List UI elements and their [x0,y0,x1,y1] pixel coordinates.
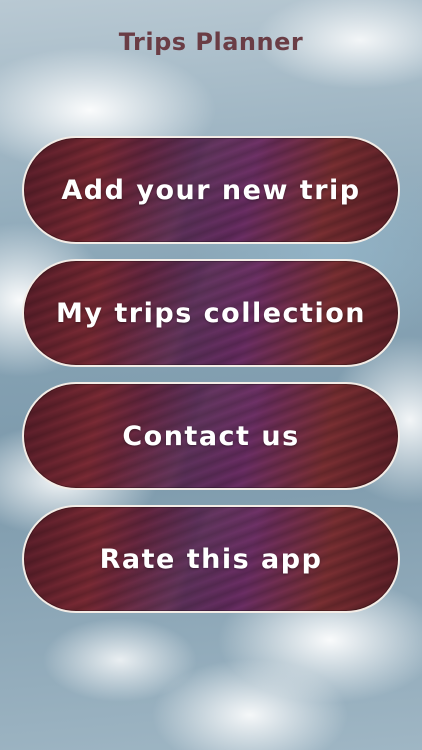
my-trips-collection-label: My trips collection [56,297,366,329]
main-screen: Trips Planner Add your new trip My trips… [0,0,422,750]
add-new-trip-label: Add your new trip [61,174,361,206]
my-trips-collection-button[interactable]: My trips collection [22,259,400,367]
rate-app-label: Rate this app [99,543,323,575]
add-new-trip-button[interactable]: Add your new trip [22,136,400,244]
contact-us-button[interactable]: Contact us [22,382,400,490]
contact-us-label: Contact us [122,420,300,452]
app-title: Trips Planner [118,28,304,56]
rate-app-button[interactable]: Rate this app [22,505,400,613]
